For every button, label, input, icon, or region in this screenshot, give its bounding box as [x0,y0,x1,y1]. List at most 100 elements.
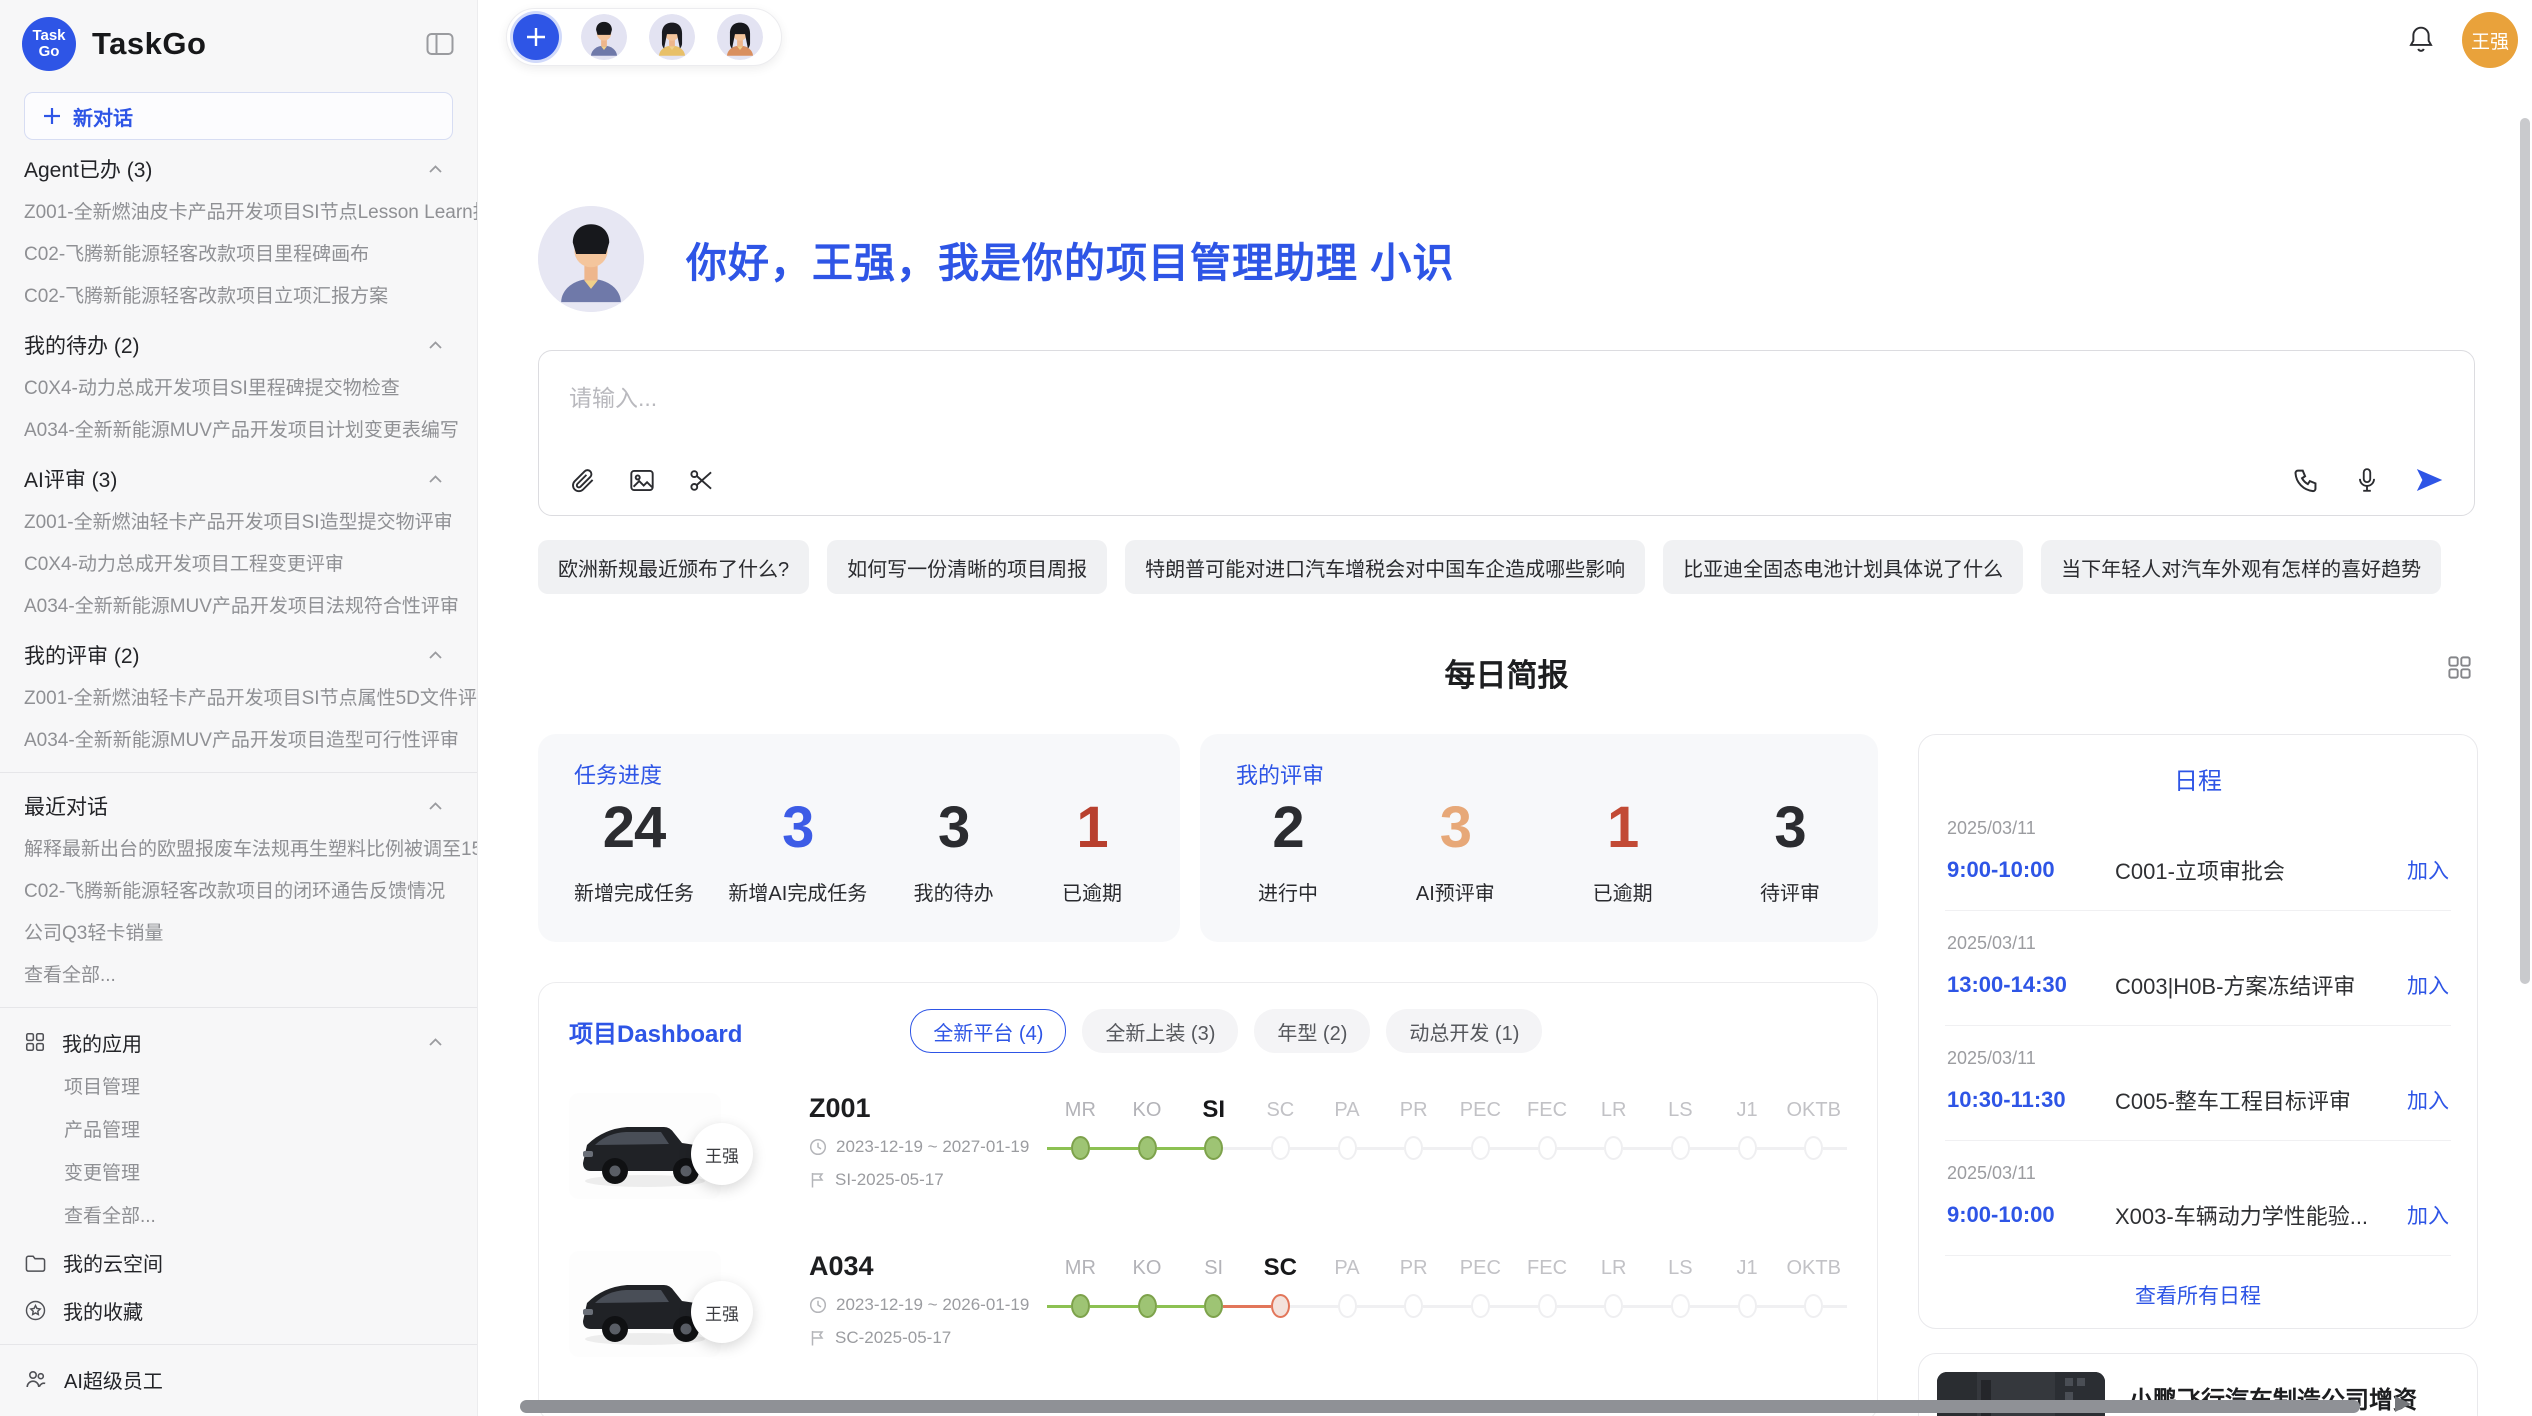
flag-icon [809,1171,826,1189]
app-link-产品管理[interactable]: 产品管理 [0,1109,477,1152]
sidebar-task-item[interactable]: Z001-全新燃油轻卡产品开发项目SI节点属性5D文件评审 [0,678,477,720]
notification-bell-icon[interactable] [2406,24,2436,56]
recent-view-all-link[interactable]: 查看全部... [0,955,477,997]
milestone-PR: PR [1380,1095,1447,1161]
layout-grid-icon[interactable] [2446,654,2473,681]
assistant-avatar-2[interactable] [649,14,695,60]
chat-input-placeholder[interactable]: 请输入... [569,379,2444,413]
milestone-dot [1604,1136,1623,1160]
microphone-icon[interactable] [2354,466,2380,495]
sidebar-task-item[interactable]: C0X4-动力总成开发项目SI里程碑提交物检查 [0,368,477,410]
schedule-event[interactable]: 2025/03/1110:30-11:30C005-整车工程目标评审加入 [1945,1026,2451,1141]
project-dates: 2023-12-19 ~ 2026-01-19 [809,1295,1047,1315]
scissors-icon[interactable] [688,467,715,494]
chevron-up-icon[interactable] [428,801,443,811]
sidebar-tool-write[interactable]: 帮我写作 [0,1403,477,1416]
schedule-event[interactable]: 2025/03/1113:00-14:30C003|H0B-方案冻结评审加入 [1945,911,2451,1026]
project-code[interactable]: Z001 [809,1093,1047,1124]
suggestion-chip[interactable]: 当下年轻人对汽车外观有怎样的喜好趋势 [2041,540,2441,594]
chat-input-card[interactable]: 请输入... [538,350,2475,516]
schedule-event[interactable]: 2025/03/119:00-10:00C001-立项审批会加入 [1945,796,2451,911]
milestone-PEC: PEC [1447,1095,1514,1161]
sidebar-task-item[interactable]: Z001-全新燃油皮卡产品开发项目SI节点Lesson Learn报告 [0,192,477,234]
chevron-up-icon[interactable] [428,340,443,350]
clock-icon [809,1296,827,1314]
new-chat-button[interactable]: 新对话 [24,92,453,140]
milestone-label: PEC [1460,1253,1501,1283]
add-assistant-button[interactable] [513,14,559,60]
sidebar: Task Go TaskGo 新对话 Agent已办 (3)Z001-全新燃油皮… [0,0,478,1416]
join-link[interactable]: 加入 [2407,970,2449,1000]
join-link[interactable]: 加入 [2407,855,2449,885]
dashboard-filter-tab[interactable]: 年型 (2) [1254,1009,1370,1053]
chevron-up-icon[interactable] [428,650,443,660]
sidebar-section-header[interactable]: 我的评审 (2) [0,632,477,678]
suggestion-chip[interactable]: 欧洲新规最近颁布了什么? [538,540,809,594]
sidebar-task-item[interactable]: C0X4-动力总成开发项目工程变更评审 [0,544,477,586]
sidebar-task-item[interactable]: A034-全新新能源MUV产品开发项目法规符合性评审 [0,586,477,628]
sidebar-section-header[interactable]: AI评审 (3) [0,456,477,502]
project-media: 王强 [569,1093,767,1199]
dashboard-filter-tab[interactable]: 全新平台 (4) [910,1009,1066,1053]
sidebar-section-header[interactable]: 我的待办 (2) [0,322,477,368]
image-upload-icon[interactable] [628,467,656,494]
dashboard-filter-tab[interactable]: 动总开发 (1) [1386,1009,1542,1053]
join-link[interactable]: 加入 [2407,1200,2449,1230]
project-code[interactable]: A034 [809,1251,1047,1282]
sidebar-recent-header[interactable]: 最近对话 [0,783,477,829]
chevron-up-icon[interactable] [428,474,443,484]
schedule-event[interactable]: 2025/03/119:00-10:00X003-车辆动力学性能验...加入 [1945,1141,2451,1256]
sidebar-task-item[interactable]: Z001-全新燃油轻卡产品开发项目SI造型提交物评审 [0,502,477,544]
recent-chat-item[interactable]: 公司Q3轻卡销量 [0,913,477,955]
daily-brief-header: 每日简报 [538,650,2475,690]
milestone-SI: SI [1180,1095,1247,1161]
chevron-up-icon[interactable] [428,164,443,174]
suggestion-chip[interactable]: 如何写一份清晰的项目周报 [827,540,1107,594]
dashboard-filter-tab[interactable]: 全新上装 (3) [1082,1009,1238,1053]
sidebar-task-item[interactable]: C02-飞腾新能源轻客改款项目立项汇报方案 [0,276,477,318]
sidebar-item-folder[interactable]: 我的云空间 [0,1238,477,1286]
join-link[interactable]: 加入 [2407,1085,2449,1115]
milestone-label: MR [1065,1253,1096,1283]
milestone-dot [1471,1136,1490,1160]
assistant-avatar-1[interactable] [581,14,627,60]
voice-call-icon[interactable] [2292,466,2320,494]
suggestion-chip[interactable]: 特朗普可能对进口汽车增税会对中国车企造成哪些影响 [1125,540,1645,594]
milestone-PA: PA [1314,1095,1381,1161]
attachment-icon[interactable] [569,467,596,494]
recent-chat-item[interactable]: C02-飞腾新能源轻客改款项目的闭环通告反馈情况 [0,871,477,913]
sidebar-section-header[interactable]: Agent已办 (3) [0,146,477,192]
view-all-schedule-link[interactable]: 查看所有日程 [1945,1256,2451,1310]
divider [0,1344,477,1345]
milestone-KO: KO [1114,1095,1181,1161]
apps-view-all-link[interactable]: 查看全部... [0,1195,477,1238]
assistant-avatar-3[interactable] [717,14,763,60]
scroll-right-arrow[interactable] [2395,1396,2411,1412]
horizontal-scrollbar[interactable] [520,1400,2360,1413]
sidebar-collapse-icon[interactable] [425,30,455,58]
sidebar-recent-section: 最近对话解释最新出台的欧盟报废车法规再生塑料比例被调至15%...C02-飞腾新… [0,783,477,997]
milestone-label: PA [1334,1253,1359,1283]
send-icon[interactable] [2414,465,2444,495]
sidebar-task-item[interactable]: A034-全新新能源MUV产品开发项目造型可行性评审 [0,720,477,762]
sidebar-task-item[interactable]: A034-全新新能源MUV产品开发项目计划变更表编写 [0,410,477,452]
vertical-scrollbar[interactable] [2520,118,2530,984]
my-apps-label: 我的应用 [62,1028,142,1057]
chevron-up-icon[interactable] [428,1037,443,1047]
app-link-项目管理[interactable]: 项目管理 [0,1066,477,1109]
sidebar-item-my-apps[interactable]: 我的应用 [0,1018,477,1066]
app-link-变更管理[interactable]: 变更管理 [0,1152,477,1195]
schedule-card: 日程 2025/03/119:00-10:00C001-立项审批会加入2025/… [1918,734,2478,1329]
sidebar-task-item[interactable]: C02-飞腾新能源轻客改款项目里程碑画布 [0,234,477,276]
milestone-dot [1604,1294,1623,1318]
sidebar-tool-people[interactable]: AI超级员工 [0,1355,477,1403]
recent-chat-item[interactable]: 解释最新出台的欧盟报废车法规再生塑料比例被调至15%... [0,829,477,871]
user-avatar[interactable]: 王强 [2462,12,2518,68]
sidebar-item-star[interactable]: 我的收藏 [0,1286,477,1334]
milestone-dot [1538,1294,1557,1318]
briefing-card-title: 任务进度 [574,758,1144,790]
suggestion-chip[interactable]: 比亚迪全固态电池计划具体说了什么 [1663,540,2023,594]
event-date: 2025/03/11 [1947,933,2449,954]
main-area: 王强 你好，王强，我是你的项目管理助理 小识 请输入... [478,0,2532,1416]
project-row: 王强A0342023-12-19 ~ 2026-01-19SC-2025-05-… [569,1211,1847,1369]
